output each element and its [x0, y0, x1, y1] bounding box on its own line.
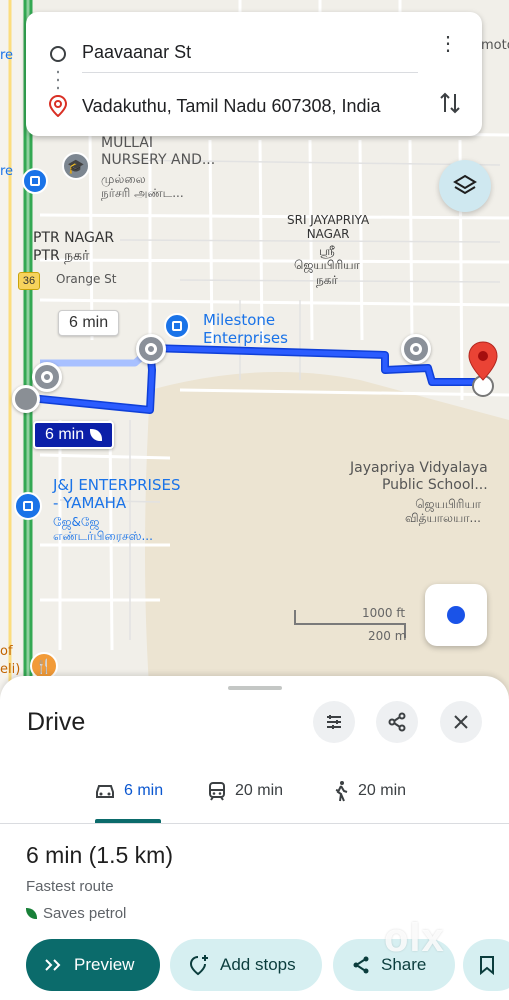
- scale-label-ft: 1000 ft: [362, 606, 406, 620]
- edge-label: eli): [0, 662, 21, 677]
- my-location-icon: [447, 606, 465, 624]
- place-label-jj-tamil: ஜே&ஜே எண்டர்பிரைசஸ்...: [53, 515, 153, 544]
- train-icon: [209, 782, 225, 801]
- street-label-orange: Orange St: [56, 272, 117, 286]
- route-options-button[interactable]: [313, 701, 355, 743]
- alt-route-time-badge[interactable]: 6 min: [58, 310, 120, 336]
- eco-leaf-icon: [90, 429, 103, 441]
- eco-leaf-icon: [26, 908, 37, 919]
- sheet-divider: [0, 823, 509, 824]
- waypoint-marker[interactable]: [136, 334, 166, 364]
- share-icon: [353, 956, 369, 974]
- shopping-bag-icon[interactable]: [164, 313, 190, 339]
- area-label-ptr-nagar: PTR NAGAR: [33, 230, 115, 246]
- add-stops-button[interactable]: Add stops: [170, 939, 322, 991]
- place-label-school[interactable]: Jayapriya Vidyalaya Public School...: [350, 460, 488, 494]
- layers-icon: [453, 174, 477, 195]
- close-button[interactable]: [440, 701, 482, 743]
- place-label-nursery: MULLAI NURSERY AND...: [101, 135, 216, 168]
- mode-tab-walk[interactable]: 20 min: [332, 776, 406, 806]
- main-route-time-badge[interactable]: 6 min: [33, 421, 115, 449]
- preview-button[interactable]: Preview: [26, 939, 160, 991]
- mode-tab-drive[interactable]: 6 min: [94, 776, 163, 806]
- car-icon: [96, 785, 114, 798]
- tune-icon: [327, 715, 341, 729]
- shopping-bag-icon[interactable]: [14, 492, 42, 520]
- walk-icon: [335, 781, 348, 802]
- waypoint-marker[interactable]: [32, 362, 62, 392]
- sheet-drag-handle[interactable]: [228, 686, 282, 690]
- open-land-area: [145, 372, 509, 700]
- duration-time: 6 min: [26, 842, 83, 868]
- education-place-icon[interactable]: 🎓: [62, 152, 90, 180]
- sheet-title: Drive: [27, 708, 86, 736]
- preview-label: Preview: [74, 955, 135, 974]
- place-label-jj-enterprises[interactable]: J&J ENTERPRISES - YAMAHA: [53, 476, 181, 512]
- share-route-button[interactable]: [376, 701, 418, 743]
- save-button[interactable]: [463, 939, 509, 991]
- mode-time: 6 min: [124, 782, 164, 799]
- destination-input[interactable]: Vadakuthu, Tamil Nadu 607308, India: [82, 96, 381, 117]
- eco-note: Saves petrol: [26, 905, 126, 922]
- mode-time: 20 min: [358, 782, 407, 799]
- edge-label: of: [0, 644, 13, 659]
- origin-marker[interactable]: [12, 385, 40, 413]
- edge-label: re: [0, 164, 14, 179]
- double-chevron-icon: [45, 959, 61, 971]
- origin-circle-icon: [50, 46, 66, 62]
- duration-distance: (1.5 km): [88, 842, 173, 868]
- mode-tab-transit[interactable]: 20 min: [207, 776, 283, 806]
- route-duration: 6 min (1.5 km): [26, 842, 173, 869]
- destination-pin-icon: [48, 94, 68, 122]
- area-label-ptr-nagar-tamil: PTR நகர்: [33, 248, 90, 264]
- mode-time: 20 min: [235, 782, 284, 799]
- my-location-button[interactable]: [425, 584, 487, 646]
- more-options-icon[interactable]: ⋮: [438, 34, 458, 54]
- layers-button[interactable]: [439, 160, 491, 212]
- scale-label-m: 200 m: [368, 629, 407, 643]
- shopping-bag-icon[interactable]: [22, 168, 48, 194]
- waypoint-marker[interactable]: [401, 334, 431, 364]
- watermark: olx: [384, 916, 445, 960]
- share-icon: [388, 712, 406, 732]
- area-label-sri-jayapriya: SRI JAYAPRIYA NAGAR: [287, 213, 370, 242]
- input-divider: [82, 72, 418, 73]
- route-description: Fastest route: [26, 878, 114, 895]
- directions-card: Paavaanar St Vadakuthu, Tamil Nadu 60730…: [26, 12, 482, 136]
- close-icon: [454, 715, 468, 729]
- area-label-sri-jayapriya-tamil: ஸ்ரீ ஜெயபிரியா நகர்: [294, 244, 360, 287]
- route-dots-icon: [57, 68, 59, 92]
- origin-input[interactable]: Paavaanar St: [82, 42, 191, 63]
- add-location-icon: [189, 955, 208, 976]
- place-label-school-tamil: ஜெயபிரியா வித்யாலயா...: [405, 497, 481, 526]
- destination-pin-icon[interactable]: [466, 340, 500, 400]
- route-time-label: 6 min: [45, 426, 85, 443]
- road-shield: 36: [18, 272, 40, 290]
- edge-label: moto: [481, 38, 509, 53]
- edge-label: re: [0, 48, 14, 63]
- bookmark-icon: [480, 956, 494, 975]
- place-label-milestone[interactable]: Milestone Enterprises: [203, 311, 288, 347]
- eco-note-label: Saves petrol: [43, 905, 127, 922]
- place-label-nursery-tamil: முல்லை நர்சரி அண்ட...: [101, 172, 184, 201]
- add-stops-label: Add stops: [220, 955, 296, 974]
- swap-directions-icon[interactable]: [438, 90, 462, 121]
